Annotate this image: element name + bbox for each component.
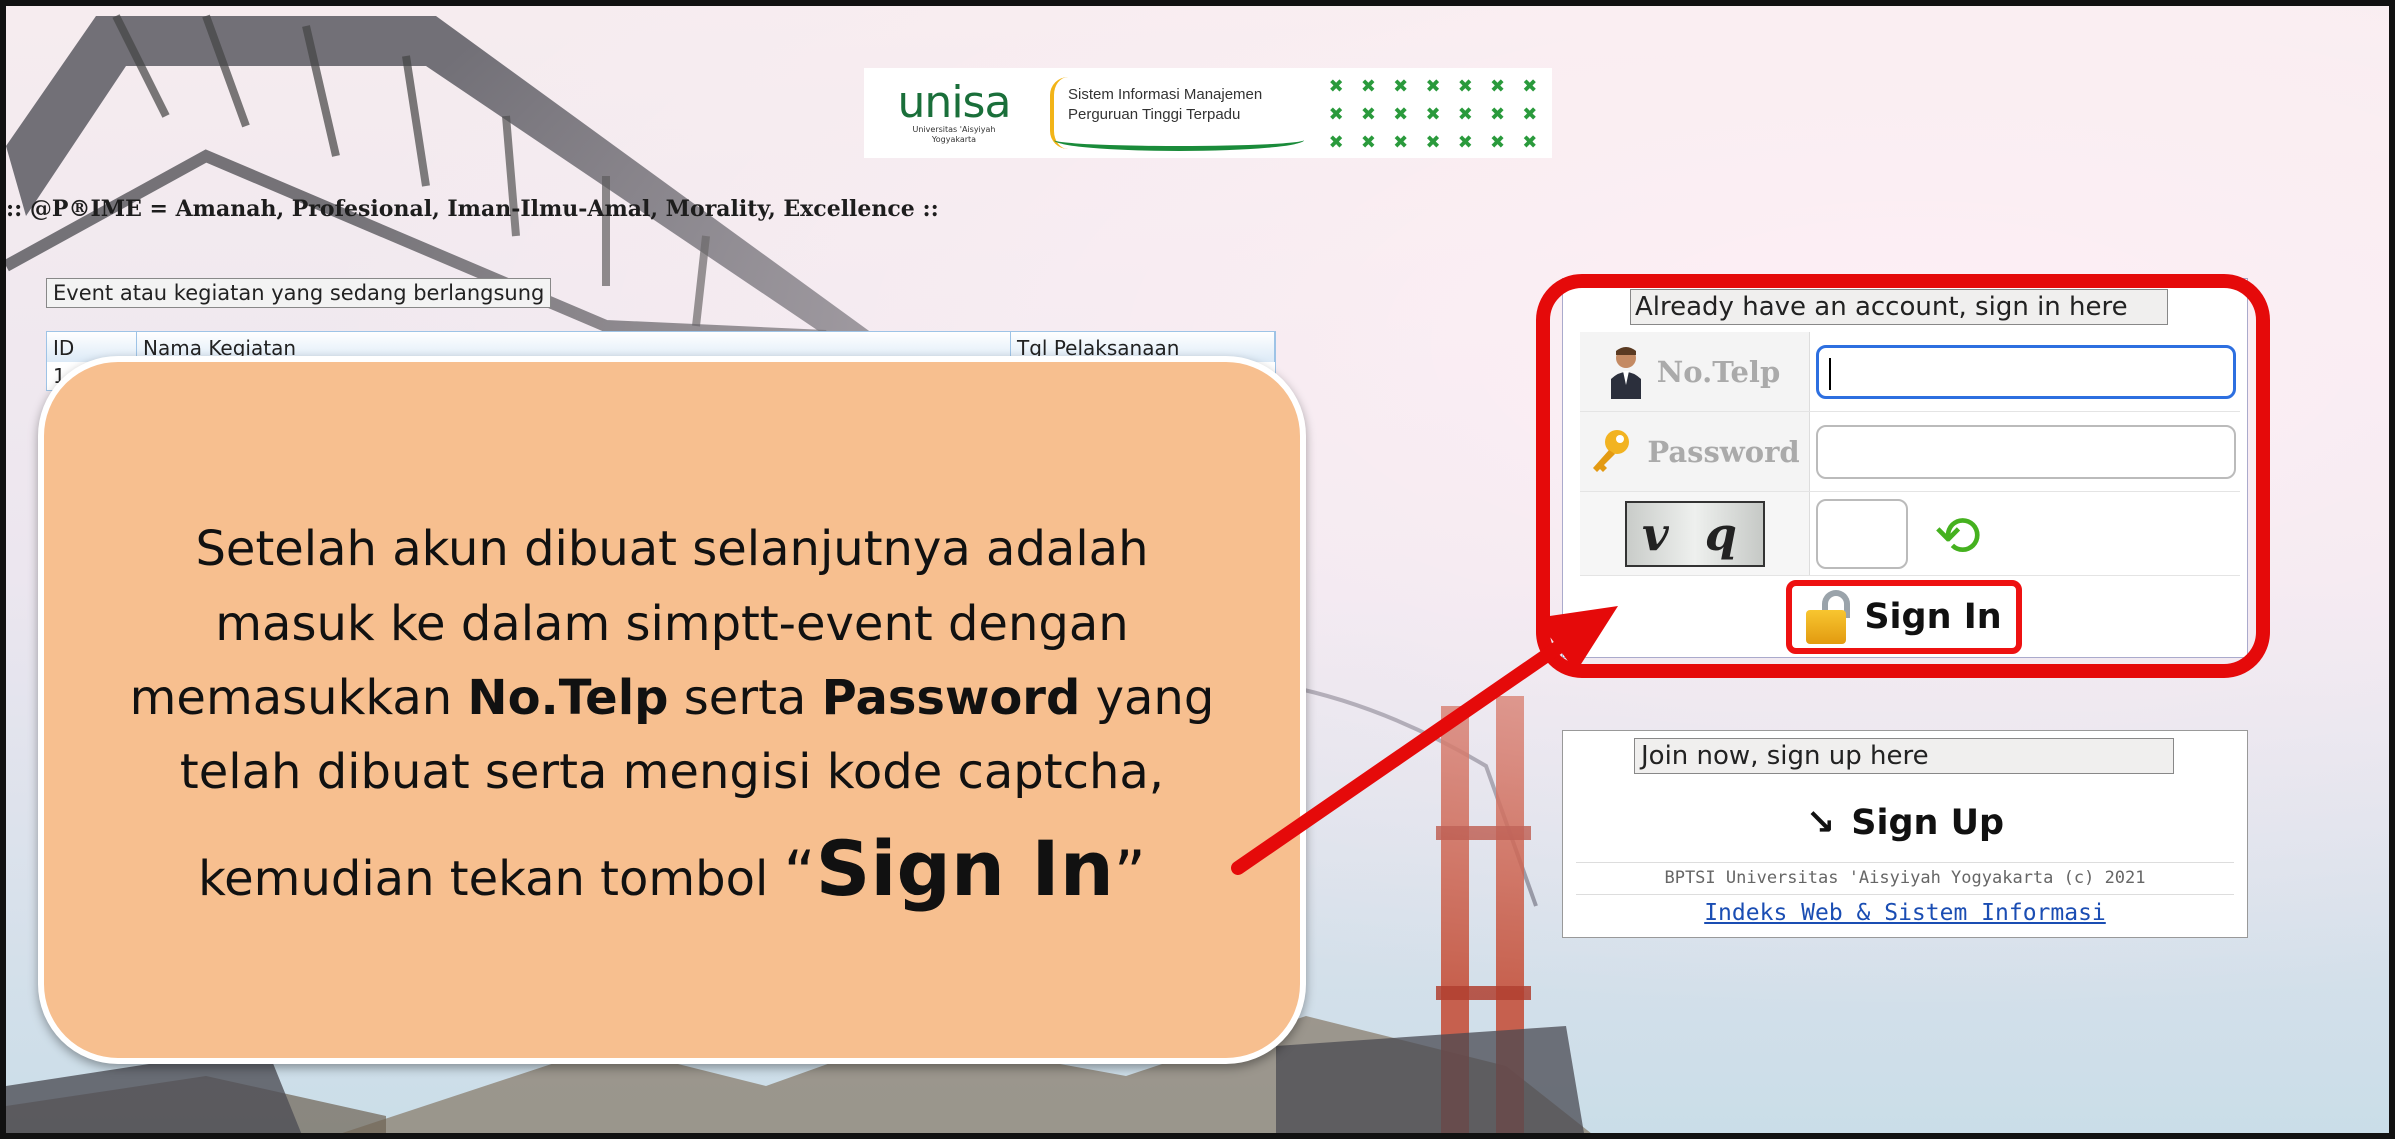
indeks-web-link[interactable]: Indeks Web & Sistem Informasi	[1562, 900, 2248, 926]
sign-in-label: Sign In	[1864, 597, 2002, 637]
copyright-text: BPTSI Universitas 'Aisyiyah Yogyakarta (…	[1664, 868, 2146, 888]
unisa-logo: unisa Universitas 'Aisyiyah Yogyakarta	[864, 81, 1044, 144]
sign-up-button[interactable]: ↘ Sign Up	[1562, 792, 2248, 854]
logo-sub-line1: Universitas 'Aisyiyah	[912, 125, 996, 135]
password-label: Password	[1647, 434, 1800, 469]
phone-label-cell: No.Telp	[1580, 332, 1810, 411]
callout-sign-in-emphasis: Sign In	[815, 823, 1114, 913]
logo-swoosh-green	[1054, 129, 1304, 151]
phone-label: No.Telp	[1656, 354, 1781, 389]
callout-line4: telah dibuat serta mengisi kode captcha,	[179, 744, 1165, 801]
signup-legend: Join now, sign up here	[1634, 738, 2174, 774]
system-name-line2: Perguruan Tinggi Terpadu	[1068, 106, 1241, 124]
callout-bold-password: Password	[821, 670, 1081, 727]
password-label-cell: Password	[1580, 412, 1810, 491]
screenshot-frame: unisa Universitas 'Aisyiyah Yogyakarta S…	[0, 0, 2395, 1139]
password-input[interactable]	[1816, 424, 2236, 479]
sign-in-button[interactable]: Sign In	[1786, 580, 2022, 654]
system-name-block: Sistem Informasi Manajemen Perguruan Tin…	[1044, 71, 1314, 155]
key-icon	[1593, 429, 1630, 472]
captcha-input[interactable]	[1816, 498, 1908, 569]
password-row: Password	[1580, 412, 2240, 492]
phone-input[interactable]	[1816, 344, 2236, 399]
logo-sub-line2: Yogyakarta	[931, 135, 977, 144]
arrow-down-right-icon: ↘	[1805, 803, 1836, 843]
logo-pattern: ✖ ✖ ✖ ✖ ✖ ✖ ✖ ✖ ✖ ✖ ✖ ✖ ✖ ✖ ✖ ✖ ✖ ✖ ✖ ✖ ✖	[1328, 76, 1538, 153]
captcha-label-cell: v q	[1580, 492, 1810, 575]
callout-line1: Setelah akun dibuat selanjutnya adalah	[195, 521, 1149, 578]
callout-line2: masuk ke dalam simptt-event dengan	[215, 595, 1129, 652]
unlock-icon	[1806, 590, 1852, 644]
sign-up-label: Sign Up	[1851, 803, 2005, 843]
captcha-image: v q	[1624, 500, 1765, 567]
events-legend: Event atau kegiatan yang sedang berlangs…	[46, 278, 552, 308]
captcha-row: v q	[1580, 492, 2240, 576]
text-caret	[1829, 357, 1831, 390]
logo-word: unisa	[897, 77, 1012, 129]
phone-row: No.Telp	[1580, 332, 2240, 412]
footer-divider	[1576, 894, 2234, 895]
refresh-captcha-icon[interactable]: ⟲	[1934, 504, 1981, 569]
callout-line5: kemudian tekan tombol “Sign In”	[198, 823, 1146, 913]
login-legend: Already have an account, sign in here	[1630, 289, 2168, 325]
instruction-callout: Setelah akun dibuat selanjutnya adalah m…	[38, 356, 1306, 1064]
header-logo-banner: unisa Universitas 'Aisyiyah Yogyakarta S…	[864, 68, 1552, 158]
callout-line3: memasukkan No.Telp serta Password yang	[129, 670, 1215, 727]
user-icon	[1610, 346, 1641, 399]
motto-text: :: @P®IME = Amanah, Profesional, Iman-Il…	[6, 196, 939, 222]
callout-bold-notelp: No.Telp	[467, 670, 669, 727]
signup-divider	[1576, 862, 2234, 863]
system-name-line1: Sistem Informasi Manajemen	[1068, 86, 1263, 103]
